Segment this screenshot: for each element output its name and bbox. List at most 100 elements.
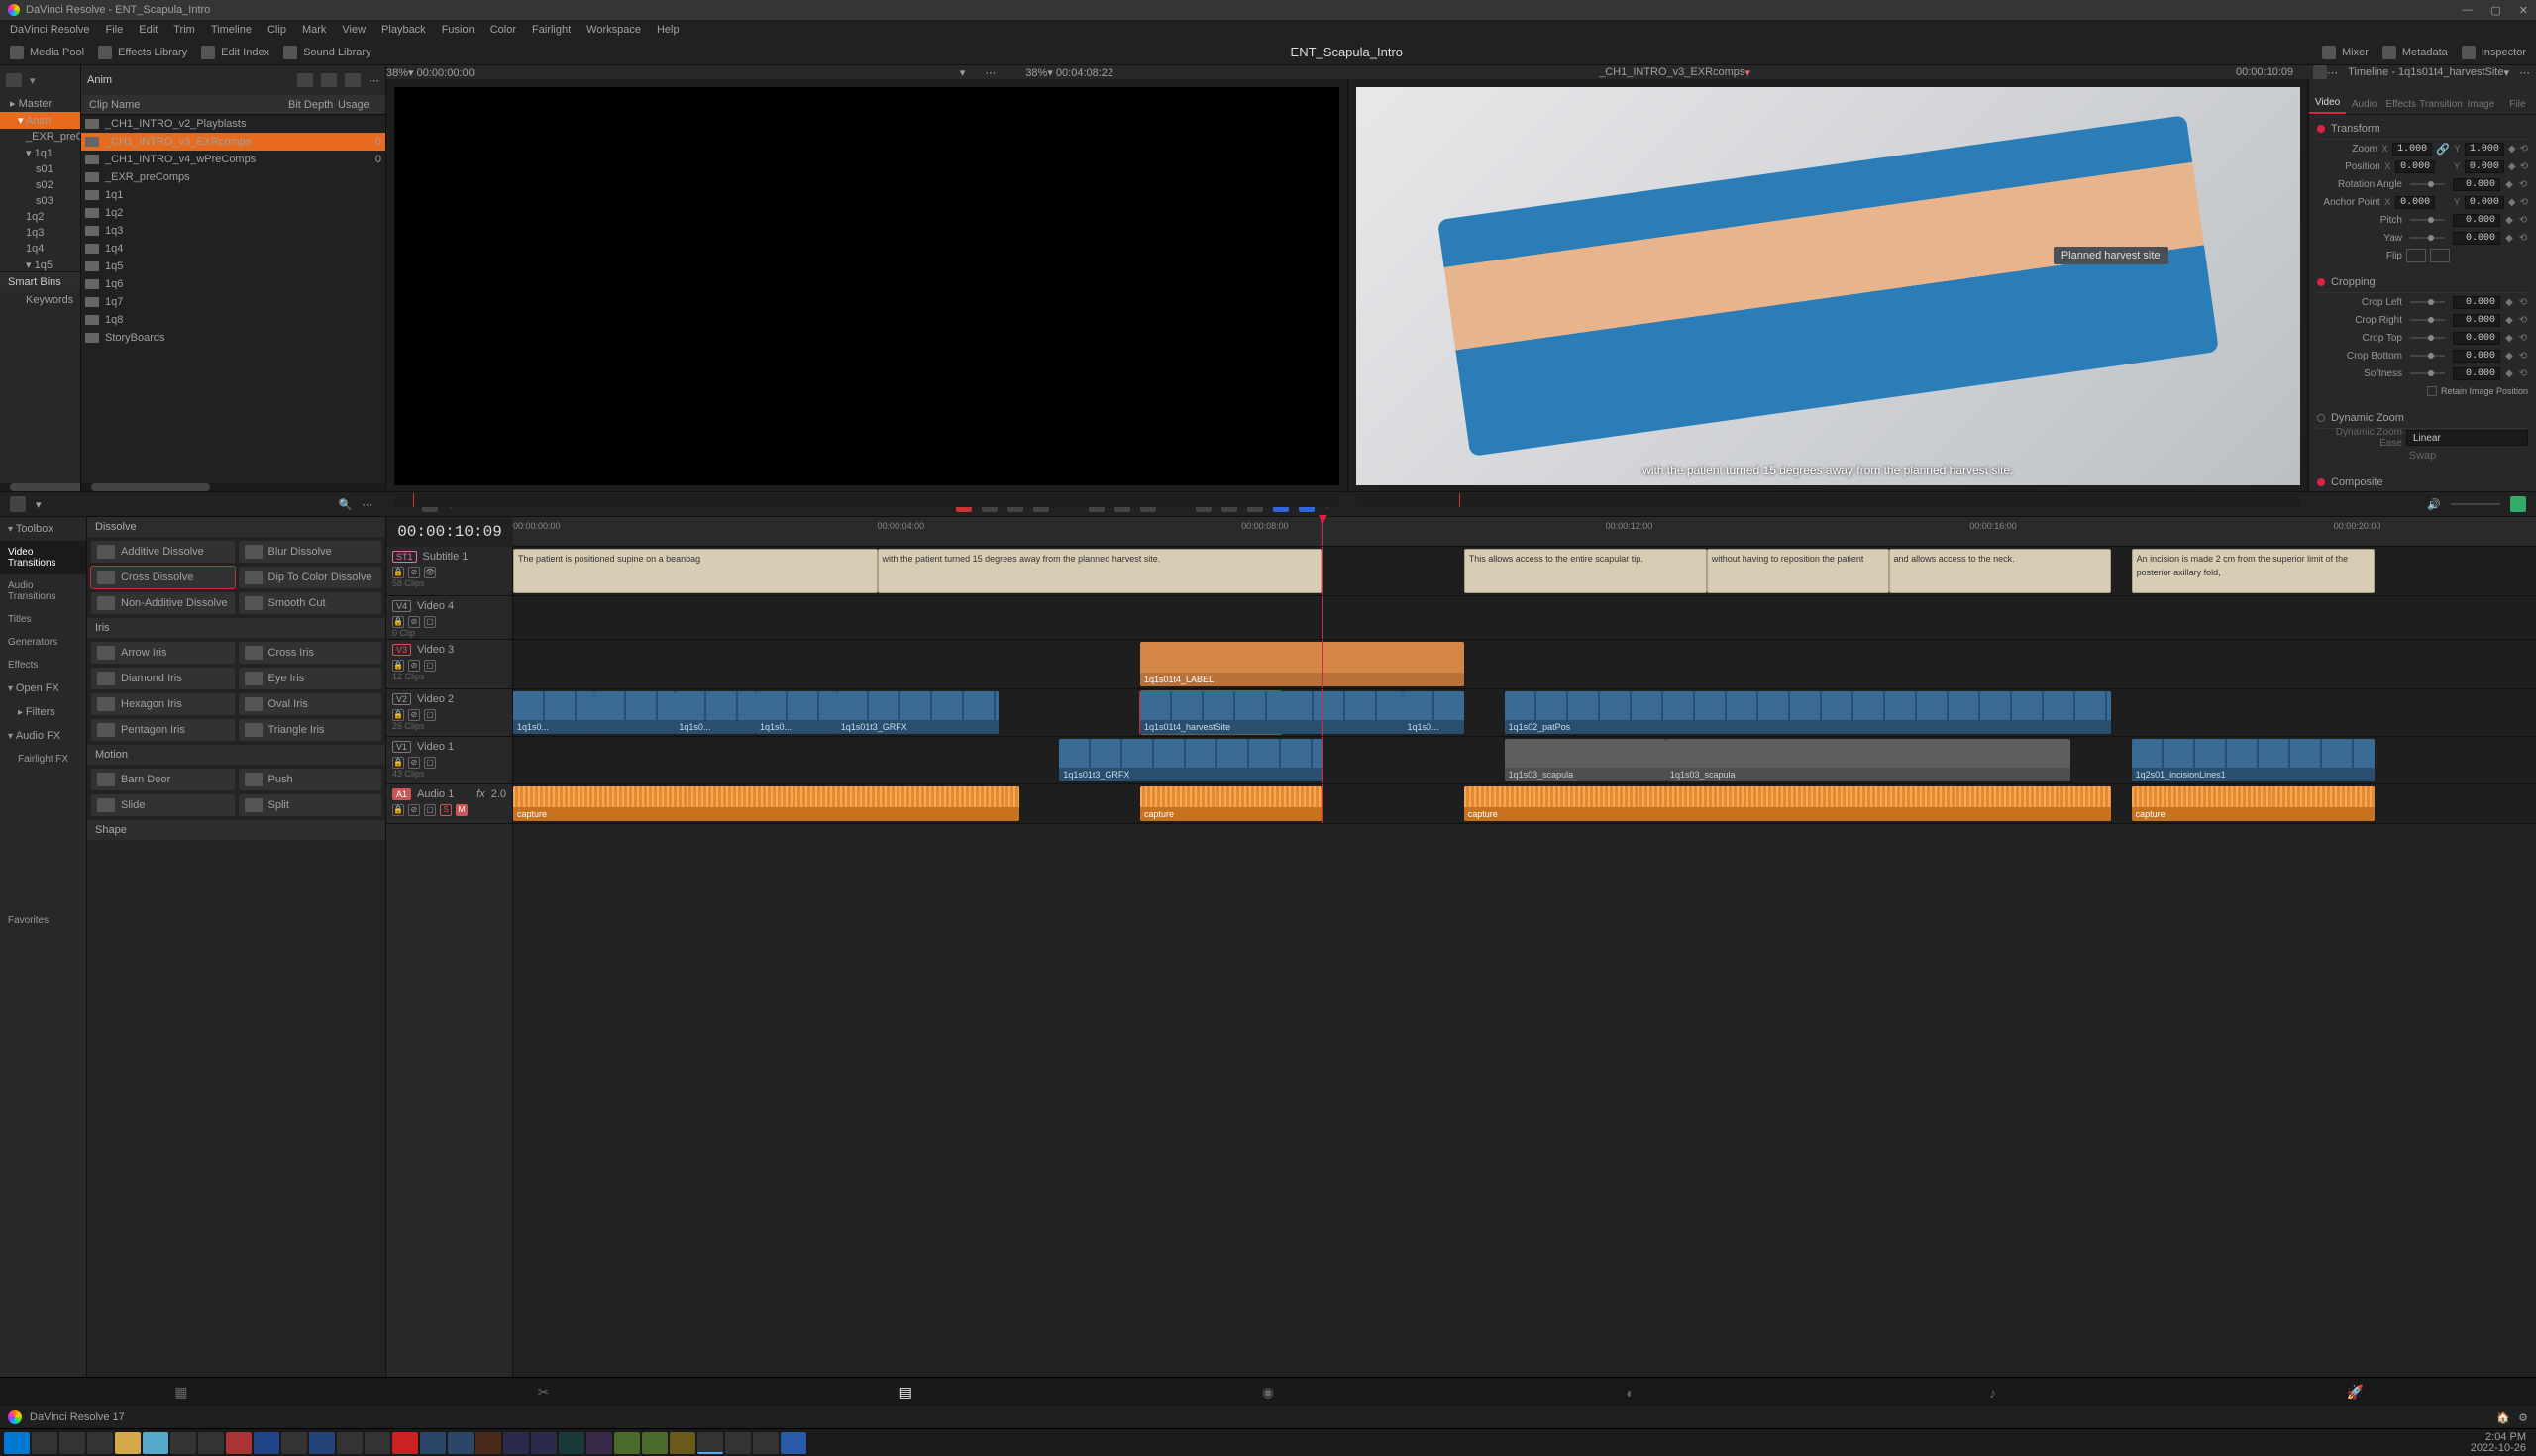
crop-bottom-input[interactable]: 0.000 [2453,350,2500,363]
timeline-clip[interactable]: The patient is positioned supine on a be… [513,549,878,593]
favorites-header[interactable]: Favorites [0,909,86,932]
timeline-clip[interactable]: capture [2132,786,2375,821]
taskbar-mediaencoder[interactable] [586,1432,612,1454]
keyframe-icon[interactable]: ◆ [2508,144,2516,155]
timeline-clip[interactable]: without having to reposition the patient [1707,549,1889,593]
media-row[interactable]: 1q8 [81,311,385,329]
tl-view-icon[interactable] [10,496,26,512]
taskbar-app[interactable] [365,1432,390,1454]
timeline-clip[interactable]: 1q1s02_patPos [1505,691,2112,734]
page-media[interactable]: ▦ [0,1384,363,1401]
bin-item[interactable]: 1q4 [0,241,80,257]
timeline-clip[interactable]: 1q2s01_incisionLines1 [2132,739,2375,781]
fx-item[interactable]: Split [239,794,382,816]
crop-top-input[interactable]: 0.000 [2453,332,2500,345]
taskbar-audition[interactable] [559,1432,584,1454]
tab-video[interactable]: Video [2309,97,2346,114]
bin-view-icon[interactable] [6,73,22,87]
fx-item[interactable]: Pentagon Iris [91,719,235,741]
fx-cat-audiofx[interactable]: ▾ Audio FX [0,724,86,748]
fx-item[interactable]: Hexagon Iris [91,693,235,715]
enable-dot-icon[interactable] [2317,278,2325,286]
timeline-clip[interactable]: 1q1s03_scapula [1666,739,2070,781]
fx-item[interactable]: Smooth Cut [239,592,382,614]
fx-item[interactable]: Push [239,769,382,790]
fx-cat-audio-transitions[interactable]: Audio Transitions [0,574,86,608]
media-row[interactable]: 1q3 [81,222,385,240]
timeline-timecode[interactable]: 00:00:10:09 [386,523,513,541]
smart-bins-header[interactable]: Smart Bins [0,271,80,292]
start-button[interactable] [4,1432,30,1454]
taskbar-acrobat[interactable] [392,1432,418,1454]
sound-library-button[interactable]: Sound Library [283,46,371,59]
taskbar-chrome[interactable] [198,1432,224,1454]
page-fairlight[interactable]: ♪ [1812,1385,2174,1401]
disable-icon[interactable]: ⊘ [408,567,420,578]
fx-item[interactable]: Additive Dissolve [91,541,235,563]
taskbar-app[interactable] [170,1432,196,1454]
media-row[interactable]: _EXR_preComps [81,168,385,186]
menu-item[interactable]: Timeline [211,24,252,36]
timeline-clip[interactable]: 1q1s0... [1403,691,1463,734]
col-usage[interactable]: Usage [338,99,377,111]
fx-item[interactable]: Diamond Iris [91,668,235,689]
menu-item[interactable]: Playback [381,24,426,36]
dim-button[interactable] [2510,496,2526,512]
lock-icon[interactable]: 🔒 [392,567,404,578]
media-row[interactable]: 1q1 [81,186,385,204]
tl-menu-icon[interactable]: ⋯ [362,498,372,511]
fx-item[interactable]: Slide [91,794,235,816]
mixer-button[interactable]: Mixer [2322,46,2369,59]
page-edit[interactable]: ▤ [724,1384,1087,1401]
crop-top-slider[interactable] [2410,337,2445,339]
taskbar-app[interactable] [309,1432,335,1454]
program-scrubber[interactable] [1356,493,2301,507]
fx-item[interactable]: Oval Iris [239,693,382,715]
menu-item[interactable]: Color [490,24,516,36]
retain-checkbox[interactable] [2427,386,2437,396]
taskbar-app[interactable] [337,1432,363,1454]
media-row[interactable]: StoryBoards [81,329,385,347]
pitch-slider[interactable] [2410,219,2445,221]
media-row[interactable]: 1q6 [81,275,385,293]
pos-x-input[interactable]: 0.000 [2395,160,2435,173]
reset-icon[interactable]: ⟲ [2520,144,2528,155]
taskbar-search[interactable] [32,1432,57,1454]
col-bitdepth[interactable]: Bit Depth [288,99,338,111]
tab-image[interactable]: Image [2463,99,2499,114]
crop-left-input[interactable]: 0.000 [2453,296,2500,309]
source-zoom[interactable]: 38% [386,67,408,79]
taskbar-word[interactable] [781,1432,806,1454]
taskbar-app[interactable] [725,1432,751,1454]
yaw-slider[interactable] [2410,237,2445,239]
fx-group-header[interactable]: Dissolve [87,517,385,537]
edit-index-button[interactable]: Edit Index [201,46,269,59]
fx-item[interactable]: Barn Door [91,769,235,790]
col-clipname[interactable]: Clip Name [89,99,288,111]
bin-anim[interactable]: ▾ Anim [0,112,80,129]
tab-file[interactable]: File [2499,99,2536,114]
fx-cat-fairlightfx[interactable]: Fairlight FX [0,748,86,771]
eye-icon[interactable]: 👁 [424,567,436,578]
timeline-clip[interactable]: This allows access to the entire scapula… [1464,549,1707,593]
timeline-ruler[interactable]: 00:00:00:0000:00:04:0000:00:08:0000:00:1… [513,517,2536,547]
rotation-input[interactable]: 0.000 [2453,178,2500,191]
bypass-fx-icon[interactable] [2313,65,2327,79]
taskbar-explorer[interactable] [115,1432,141,1454]
crop-softness-slider[interactable] [2410,372,2445,374]
bin-item[interactable]: s03 [0,193,80,209]
link-icon[interactable]: 🔗 [2436,143,2450,156]
track-header-v2[interactable]: V2Video 2 🔒⊘▢ 26 Clips [386,689,512,737]
timeline-clip[interactable]: 1q1s0... [513,691,594,734]
bin-item[interactable]: 1q2 [0,209,80,225]
page-cut[interactable]: ✂ [363,1384,725,1401]
timeline-clip[interactable]: 1q1s03_scapula [1505,739,1666,781]
media-pool-button[interactable]: Media Pool [10,46,84,59]
bin-item[interactable]: 1q3 [0,225,80,241]
taskbar-app[interactable] [254,1432,279,1454]
pos-y-input[interactable]: 0.000 [2465,160,2504,173]
dynzoom-swap-button[interactable]: Swap [2317,450,2528,462]
fx-item[interactable]: Eye Iris [239,668,382,689]
menu-item[interactable]: Trim [173,24,195,36]
crop-left-slider[interactable] [2410,301,2445,303]
